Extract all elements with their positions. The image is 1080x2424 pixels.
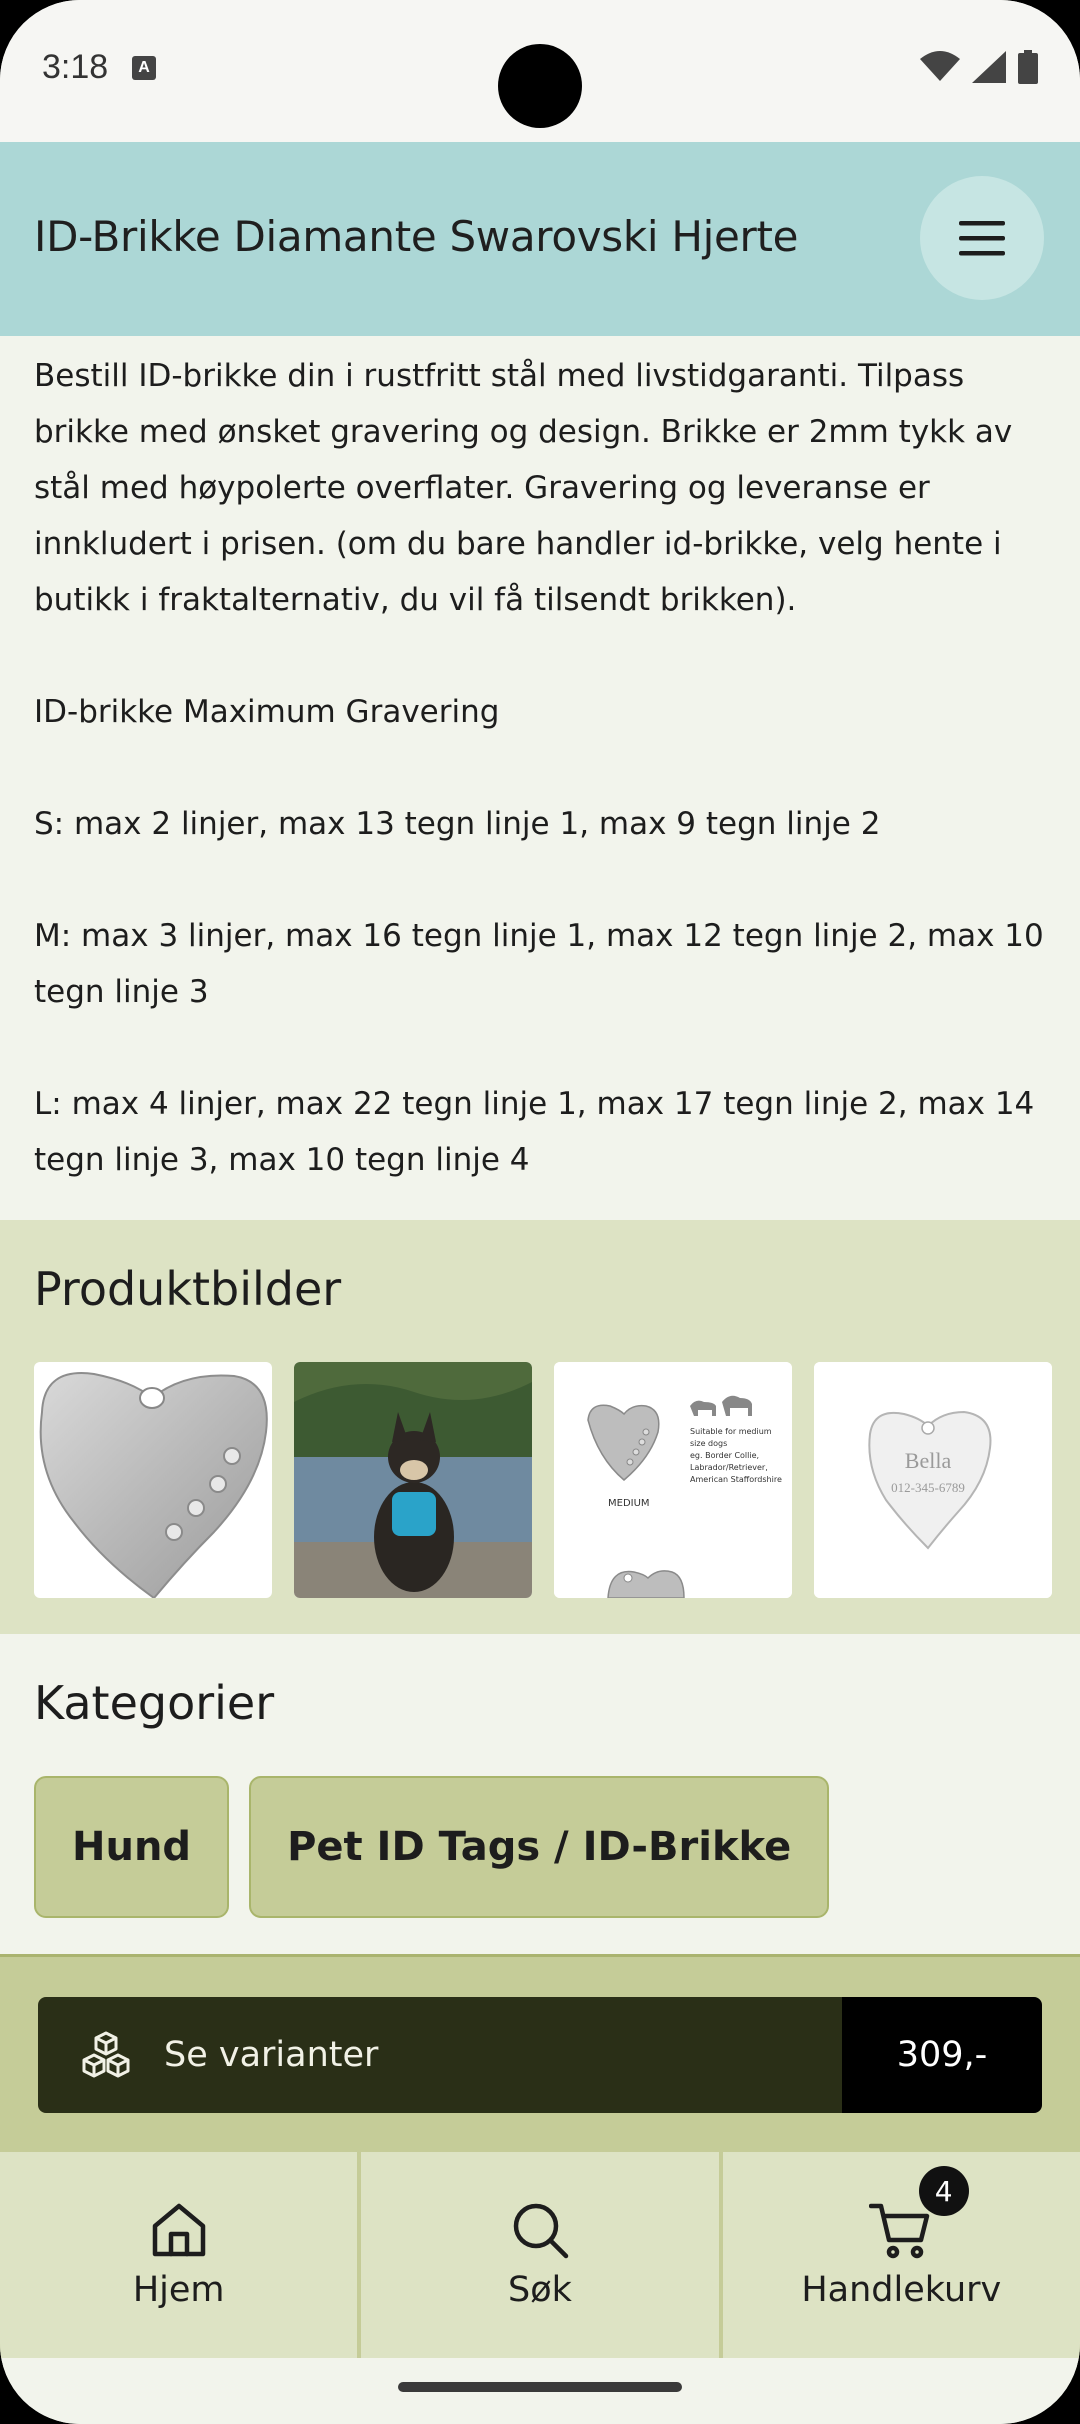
engraved-name: Bella — [905, 1448, 952, 1473]
app-header: ID-Brikke Diamante Swarovski Hjerte — [0, 142, 1080, 336]
category-chip-pet-id-tags[interactable]: Pet ID Tags / ID-Brikke — [249, 1776, 830, 1918]
hamburger-menu-icon — [959, 221, 1005, 256]
cart-count-badge: 4 — [918, 2166, 969, 2216]
home-icon — [152, 2203, 205, 2257]
bottom-navigation: Hjem Søk Handlekurv 4 — [0, 2152, 1080, 2358]
variant-label: Se varianter — [164, 2035, 379, 2075]
app-screen: 3:18 A ID-Brikke Diamante Swarovski Hjer… — [0, 0, 1080, 2424]
nav-home[interactable]: Hjem — [0, 2152, 358, 2358]
size-label: MEDIUM — [608, 1498, 650, 1509]
see-variants-button[interactable]: Se varianter 309,- — [38, 1997, 1042, 2113]
category-chip-hund[interactable]: Hund — [34, 1776, 230, 1918]
variants-cubes-icon — [82, 2031, 130, 2078]
battery-icon — [1018, 50, 1038, 84]
wifi-icon — [920, 51, 960, 81]
description-paragraph: Bestill ID-brikke din i rustfritt stål m… — [34, 358, 1013, 618]
page-title: ID-Brikke Diamante Swarovski Hjerte — [34, 212, 799, 261]
camera-cutout — [498, 44, 582, 128]
cart-icon — [869, 2203, 930, 2259]
categories-title: Kategorier — [34, 1676, 275, 1730]
signal-icon — [972, 51, 1006, 83]
size-m-spec: M: max 3 linjer, max 16 tegn linje 1, ma… — [34, 918, 1044, 1010]
variant-button-main[interactable]: Se varianter — [38, 1997, 842, 2113]
categories-section: Kategorier Hund Pet ID Tags / ID-Brikke — [0, 1634, 1080, 1954]
gesture-bar — [0, 2358, 1080, 2424]
suitability-line-2: size dogs — [690, 1439, 727, 1448]
notification-icon: A — [132, 56, 156, 80]
suitability-line-4: Labrador/Retriever, — [690, 1463, 768, 1472]
category-chips: Hund Pet ID Tags / ID-Brikke — [34, 1776, 830, 1918]
suitability-line-1: Suitable for medium — [690, 1427, 772, 1436]
status-icons — [920, 50, 1038, 84]
product-image-engraved-tag[interactable]: Bella 012-345-6789 — [814, 1362, 1052, 1598]
suitability-line-5: American Staffordshire — [690, 1475, 782, 1484]
status-bar: 3:18 A — [0, 0, 1080, 142]
product-image-size-chart[interactable]: MEDIUM Suitable for medium size dogs eg.… — [554, 1362, 792, 1598]
product-images-title: Produktbilder — [34, 1262, 342, 1316]
size-s-spec: S: max 2 linjer, max 13 tegn linje 1, ma… — [34, 806, 881, 842]
engraved-phone: 012-345-6789 — [891, 1480, 965, 1495]
price-label: 309,- — [842, 1997, 1042, 2113]
nav-search-label: Søk — [508, 2270, 572, 2310]
product-image-dog-photo[interactable] — [294, 1362, 532, 1598]
search-icon — [513, 2203, 569, 2259]
nav-cart[interactable]: Handlekurv 4 — [722, 2152, 1080, 2358]
nav-cart-label: Handlekurv — [801, 2270, 1002, 2310]
home-gesture-handle[interactable] — [398, 2382, 682, 2392]
engraving-heading: ID-brikke Maximum Gravering — [34, 694, 500, 730]
product-image-heart-tag[interactable] — [34, 1362, 272, 1598]
nav-home-label: Hjem — [132, 2270, 225, 2310]
status-time: 3:18 — [42, 48, 109, 86]
product-description: Bestill ID-brikke din i rustfritt stål m… — [34, 348, 1044, 1188]
size-l-spec: L: max 4 linjer, max 22 tegn linje 1, ma… — [34, 1086, 1035, 1178]
product-images-section: Produktbilder MEDIUM Suitable for medium… — [0, 1220, 1080, 1634]
image-carousel[interactable]: MEDIUM Suitable for medium size dogs eg.… — [34, 1362, 1052, 1598]
menu-button[interactable] — [920, 176, 1044, 300]
variant-area: Se varianter 309,- — [0, 1954, 1080, 2152]
suitability-line-3: eg. Border Collie, — [690, 1451, 759, 1460]
nav-search[interactable]: Søk — [361, 2152, 719, 2358]
